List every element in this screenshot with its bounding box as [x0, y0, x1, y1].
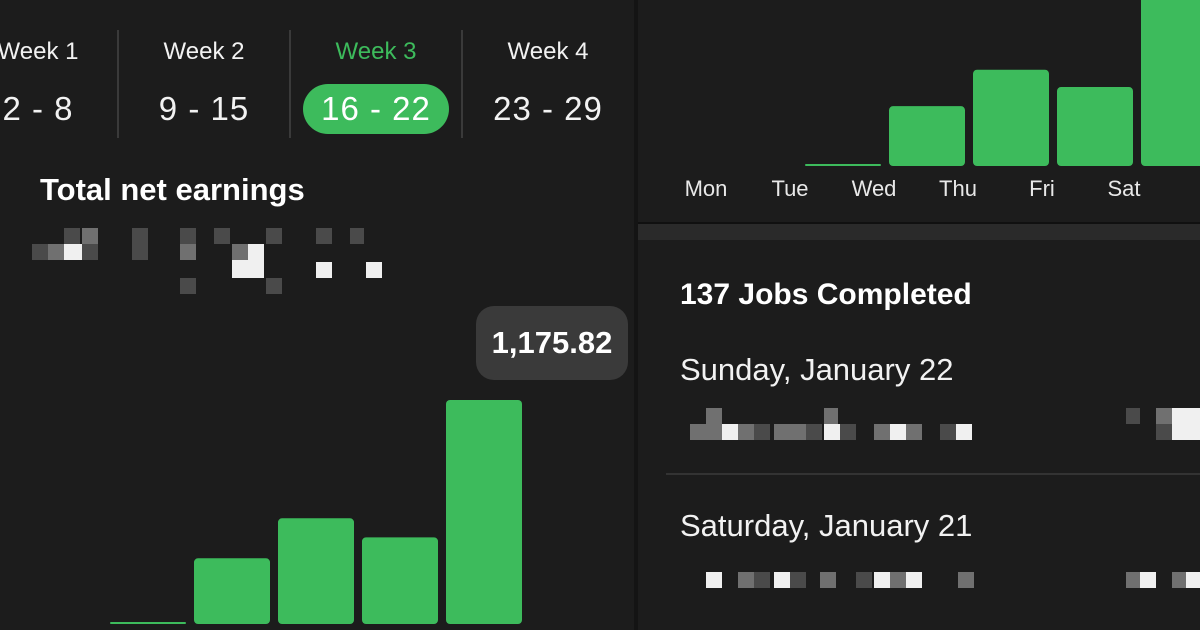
day-label-sat: Sat [1107, 176, 1141, 201]
bar-wed[interactable] [805, 164, 881, 166]
bar-thu[interactable] [889, 106, 965, 166]
section-band [638, 224, 1200, 240]
jobs-panel: Mon Tue Wed Thu Fri Sat S 137 Jobs Compl… [638, 0, 1200, 630]
jobs-completed-title: 137 Jobs Completed [680, 278, 972, 311]
bar-sat[interactable] [1057, 87, 1133, 166]
bar-fri[interactable] [973, 69, 1049, 166]
bar-wed[interactable] [110, 622, 186, 624]
job-date-header[interactable]: Sunday, January 22 [680, 352, 953, 388]
day-label-tue: Tue [771, 176, 809, 201]
day-label-fri: Fri [1029, 176, 1055, 201]
bar-sat[interactable] [362, 537, 438, 624]
daily-jobs-chart [805, 0, 1200, 166]
bar-thu[interactable] [194, 558, 270, 624]
day-label-thu: Thu [939, 176, 977, 201]
bar-fri[interactable] [278, 518, 354, 624]
day-label-wed: Wed [851, 176, 897, 201]
bar-sun[interactable] [446, 400, 522, 624]
weekly-earnings-chart [110, 400, 522, 624]
list-divider [666, 473, 1200, 475]
day-label-sun: S [1166, 176, 1200, 202]
earnings-panel: Week 1 2 - 8 Week 2 9 - 15 Week 3 16 - 2… [0, 0, 634, 630]
job-date-header[interactable]: Saturday, January 21 [680, 508, 972, 544]
day-label-mon: Mon [684, 176, 728, 201]
bar-sun[interactable] [1141, 0, 1200, 166]
